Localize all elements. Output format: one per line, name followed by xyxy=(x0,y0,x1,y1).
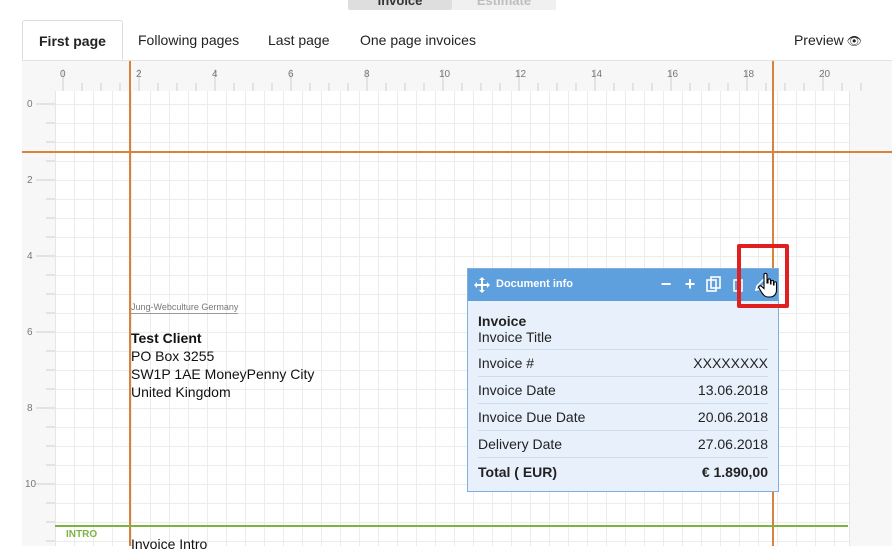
ruler-label: 14 xyxy=(591,69,603,80)
info-label: Invoice Due Date xyxy=(478,409,586,425)
ruler-label: 2 xyxy=(27,175,33,186)
ruler-label: 16 xyxy=(667,69,679,80)
horizontal-ruler: 0 2 4 6 8 10 12 14 16 18 20 xyxy=(55,61,892,91)
document-info-box[interactable]: Document info − + Invoice Invoice Title … xyxy=(467,268,779,492)
minus-icon[interactable]: − xyxy=(656,273,676,295)
info-row: Invoice # XXXXXXXX xyxy=(478,350,768,377)
document-info-header[interactable]: Document info − + xyxy=(468,269,778,301)
info-value: 13.06.2018 xyxy=(697,382,768,398)
info-value: XXXXXXXX xyxy=(693,355,768,371)
client-address-block[interactable]: Test Client PO Box 3255 SW1P 1AE MoneyPe… xyxy=(131,329,314,401)
document-info-title: Document info xyxy=(496,278,573,290)
ruler-label: 0 xyxy=(60,69,66,80)
invoice-intro-text[interactable]: Invoice Intro xyxy=(131,536,207,552)
invoice-estimate-toggle: Invoice Estimate xyxy=(348,0,556,10)
vertical-ruler: 0 2 4 6 8 10 xyxy=(22,91,55,546)
tab-following-pages[interactable]: Following pages xyxy=(122,20,255,60)
info-row: Delivery Date 27.06.2018 xyxy=(478,431,768,458)
tab-first-page[interactable]: First page xyxy=(22,20,123,60)
ruler-label: 2 xyxy=(136,69,142,80)
total-value: € 1.890,00 xyxy=(701,464,768,480)
info-label: Invoice # xyxy=(478,355,535,371)
info-label: Delivery Date xyxy=(478,436,563,452)
ruler-label: 8 xyxy=(364,69,370,80)
info-row: Invoice Date 13.06.2018 xyxy=(478,377,768,404)
info-value: 20.06.2018 xyxy=(697,409,768,425)
document-subtitle: Invoice Title xyxy=(478,329,552,345)
tab-one-page-invoices[interactable]: One page invoices xyxy=(344,20,492,60)
estimate-toggle-button[interactable]: Estimate xyxy=(452,0,556,10)
hand-cursor-icon xyxy=(758,272,778,298)
info-row: Invoice Due Date 20.06.2018 xyxy=(478,404,768,431)
eye-icon: 👁 xyxy=(846,34,862,48)
client-address-line: SW1P 1AE MoneyPenny City xyxy=(131,366,315,382)
ruler-label: 4 xyxy=(27,251,33,262)
document-heading-row: Invoice Invoice Title xyxy=(478,301,768,350)
duplicate-icon[interactable] xyxy=(704,273,724,295)
plus-icon[interactable]: + xyxy=(680,273,700,295)
ruler-label: 6 xyxy=(288,69,294,80)
ruler-label: 8 xyxy=(27,403,33,414)
intro-section-guide xyxy=(55,525,848,527)
ruler-label: 6 xyxy=(27,327,33,338)
page-tabs: First page Following pages Last page One… xyxy=(22,20,892,61)
ruler-label: 0 xyxy=(27,99,33,110)
ruler-label: 20 xyxy=(819,69,831,80)
document-info-body: Invoice Invoice Title Invoice # XXXXXXXX… xyxy=(468,301,778,486)
sender-line[interactable]: Jung-Webculture Germany xyxy=(131,302,239,314)
move-icon[interactable] xyxy=(474,277,490,293)
total-label: Total ( EUR) xyxy=(478,464,558,480)
invoice-toggle-button[interactable]: Invoice xyxy=(348,0,452,10)
ruler-label: 12 xyxy=(515,69,527,80)
preview-label: Preview xyxy=(793,32,844,48)
info-value: 27.06.2018 xyxy=(697,436,768,452)
tab-last-page[interactable]: Last page xyxy=(252,20,346,60)
intro-section-label: INTRO xyxy=(66,529,98,540)
ruler-label: 18 xyxy=(743,69,755,80)
ruler-label: 4 xyxy=(212,69,218,80)
info-label: Invoice Date xyxy=(478,382,556,398)
top-margin-guide[interactable] xyxy=(22,151,892,153)
client-address-line: United Kingdom xyxy=(131,384,231,400)
total-row: Total ( EUR) € 1.890,00 xyxy=(478,458,768,486)
ruler-label: 10 xyxy=(25,479,37,490)
ruler-label: 10 xyxy=(439,69,451,80)
preview-button[interactable]: Preview 👁 xyxy=(794,20,862,60)
client-name: Test Client xyxy=(131,330,202,346)
client-address-line: PO Box 3255 xyxy=(131,348,215,364)
document-heading: Invoice xyxy=(478,313,527,329)
